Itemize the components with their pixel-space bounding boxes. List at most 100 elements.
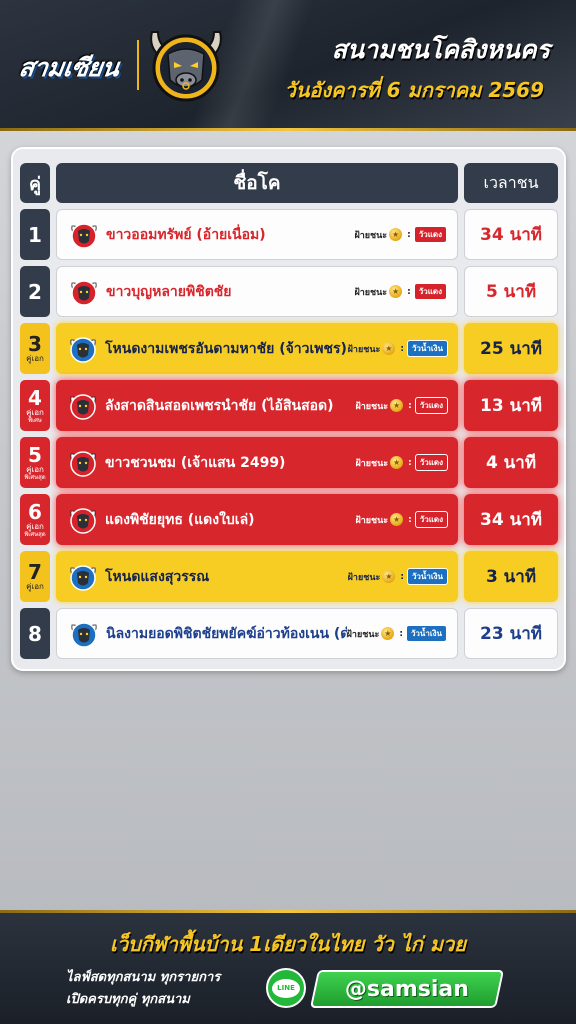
pair-number-cell: 2 (20, 266, 50, 317)
event-date: วันอังคารที่ 6 มกราคม 2569 (284, 78, 544, 102)
pair-number: 6 (28, 499, 42, 524)
brand-name: สามเซียน (17, 53, 121, 82)
pair-number: 1 (28, 222, 42, 247)
fight-duration: 3 นาที (464, 551, 558, 602)
fight-duration: 4 นาที (464, 437, 558, 488)
header: สามเซียน สนามชนโคสิงหนคร วันอังคารที่ 6 … (0, 0, 576, 130)
pair-tag-sub: พิเศษสุด (24, 530, 46, 538)
brand-divider (137, 40, 139, 90)
pair-number-cell: 5 คู่เอก พิเศษสุด (20, 437, 50, 488)
winner-colon: : (408, 514, 412, 525)
bull-head-icon (71, 621, 97, 648)
coin-icon: ★ (389, 285, 403, 298)
pair-number: 7 (28, 560, 42, 584)
fight-duration: 5 นาที (464, 266, 558, 317)
winner-colon: : (408, 400, 412, 411)
winner-label: ฝ้ายชนะ (346, 629, 380, 640)
brand-logo: สามเซียน (6, 44, 132, 92)
footer-line-2: เปิดครบทุกคู่ ทุกสนาม (66, 992, 190, 1007)
pair-number: 3 (28, 332, 42, 356)
coin-icon: ★ (390, 513, 404, 526)
cow-cell: โหนดแสงสุวรรณ ฝ้ายชนะ ★: วัวน้ำเงิน (56, 551, 458, 602)
cow-name: ขาวบุญหลายพิชิตชัย (106, 283, 232, 300)
winner-side-badge: วัวแดง (414, 454, 448, 471)
header-gold-rule (0, 128, 576, 131)
fight-duration: 23 นาที (464, 608, 558, 659)
column-header-pair: คู่ (20, 163, 50, 203)
cow-name: แดงพิชัยยุทธ (แดงใบเล่) (105, 511, 255, 528)
winner-colon: : (408, 457, 412, 468)
table-row: 8 นิลงามยอดพิชิตชัยพยัคฆ์อ่าวท้องเนน (ดำด… (13, 608, 564, 659)
winner-info: ฝ้ายชนะ ★: วัวแดง (355, 511, 448, 528)
line-id-button[interactable]: @samsian (309, 970, 505, 1008)
bull-head-icon (71, 279, 97, 306)
cow-name: ขาวชวนชม (เจ้าแสน 2499) (105, 454, 286, 471)
winner-info: ฝ้ายชนะ ★: วัวแดง (355, 397, 448, 414)
cow-cell: ขาวออมทรัพย์ (อ้ายเนื่อม) ฝ้ายชนะ ★: วัวแดง (56, 209, 458, 260)
cow-name: นิลงามยอดพิชิตชัยพยัคฆ์อ่าวท้องเนน (ดำด่… (106, 625, 347, 642)
pair-number: 8 (28, 621, 42, 646)
winner-label: ฝ้ายชนะ (355, 515, 389, 526)
bull-head-icon (70, 450, 96, 477)
winner-info: ฝ้ายชนะ ★: วัวน้ำเงิน (348, 340, 448, 357)
winner-side-badge: วัวน้ำเงิน (406, 568, 448, 585)
cow-cell: ขาวชวนชม (เจ้าแสน 2499) ฝ้ายชนะ ★: วัวแดง (56, 437, 458, 488)
table-row: 7 คู่เอก โหนดแสงสุวรรณ ฝ้ายชนะ ★: วัวน้ำเงิน 3… (13, 551, 564, 602)
winner-info: ฝ้ายชนะ ★: วัวแดง (354, 283, 447, 300)
footer-line-1: ไลฟ์สดทุกสนาม ทุกรายการ (66, 970, 221, 985)
table-row: 1 ขาวออมทรัพย์ (อ้ายเนื่อม) ฝ้ายชนะ ★: วัวแด… (13, 209, 564, 260)
winner-side-badge: วัวน้ำเงิน (406, 340, 448, 357)
winner-label: ฝ้ายชนะ (347, 344, 381, 355)
fight-duration: 34 นาที (464, 494, 558, 545)
winner-side-badge: วัวแดง (414, 511, 448, 528)
table-row: 6 คู่เอก พิเศษสุด แดงพิชัยยุทธ (แดงใบเล่) ฝ้… (13, 494, 564, 545)
pair-number-cell: 7 คู่เอก (20, 551, 50, 602)
winner-side-badge: วัวน้ำเงิน (405, 625, 447, 642)
winner-label: ฝ้ายชนะ (354, 230, 388, 241)
table-row: 2 ขาวบุญหลายพิชิตชัย ฝ้ายชนะ ★: วัวแดง 5 นาที (13, 266, 564, 317)
cow-cell: ขาวบุญหลายพิชิตชัย ฝ้ายชนะ ★: วัวแดง (56, 266, 458, 317)
bull-mascot-icon (150, 31, 222, 102)
pair-number-cell: 8 (20, 608, 50, 659)
table-row: 4 คู่เอก พิเศษ ลังสาดสินสอดเพชรนำชัย (ไอ้สิ… (13, 380, 564, 431)
column-header-time: เวลาชน (464, 163, 558, 203)
fight-duration: 13 นาที (464, 380, 558, 431)
winner-colon: : (400, 343, 404, 354)
footer-gold-rule (0, 910, 576, 913)
coin-icon: ★ (390, 456, 404, 469)
bull-head-icon (70, 507, 96, 534)
coin-icon: ★ (382, 342, 396, 355)
bull-head-icon (70, 336, 96, 363)
pair-number-cell: 4 คู่เอก พิเศษ (20, 380, 50, 431)
pair-tag: คู่เอก (26, 354, 44, 363)
footer-slogan: เว็บกีฬาพื้นบ้าน 1เดียวในไทย วัว ไก่ มวย (110, 932, 466, 956)
pair-tag: คู่เอก (26, 407, 44, 417)
winner-side-badge: วัวแดง (413, 283, 447, 300)
fight-duration: 34 นาที (464, 209, 558, 260)
winner-info: ฝ้ายชนะ ★: วัวน้ำเงิน (347, 625, 447, 642)
coin-icon: ★ (390, 399, 404, 412)
bull-head-icon (71, 222, 97, 249)
fight-duration: 25 นาที (464, 323, 558, 374)
line-icon[interactable]: LINE (266, 968, 306, 1008)
pair-tag-sub: พิเศษสุด (24, 473, 46, 481)
pair-number: 4 (28, 385, 42, 410)
pair-number: 5 (28, 442, 42, 467)
results-panel: คู่ ชื่อโค เวลาชน 1 ขาวออมทรัพย์ (อ้ายเนื… (11, 147, 566, 671)
pair-tag: คู่เอก (26, 464, 44, 474)
table-row: 3 คู่เอก โหนดงามเพชรอันดามหาชัย (จ้าวเพชร)… (13, 323, 564, 374)
coin-icon: ★ (382, 570, 396, 583)
cow-cell: โหนดงามเพชรอันดามหาชัย (จ้าวเพชร) ฝ้ายชนะ… (56, 323, 458, 374)
pair-tag: คู่เอก (26, 582, 44, 591)
coin-icon: ★ (389, 228, 403, 241)
winner-colon: : (399, 628, 403, 639)
winner-label: ฝ้ายชนะ (354, 287, 388, 298)
bull-head-icon (70, 564, 96, 591)
cow-name: โหนดงามเพชรอันดามหาชัย (จ้าวเพชร) (105, 340, 347, 357)
line-id-text: @samsian (344, 976, 469, 1002)
pair-number: 2 (28, 279, 42, 304)
cow-cell: แดงพิชัยยุทธ (แดงใบเล่) ฝ้ายชนะ ★: วัวแดง (56, 494, 458, 545)
winner-side-badge: วัวแดง (413, 226, 447, 243)
line-badge: LINE (272, 978, 300, 998)
pair-tag: คู่เอก (26, 521, 44, 531)
